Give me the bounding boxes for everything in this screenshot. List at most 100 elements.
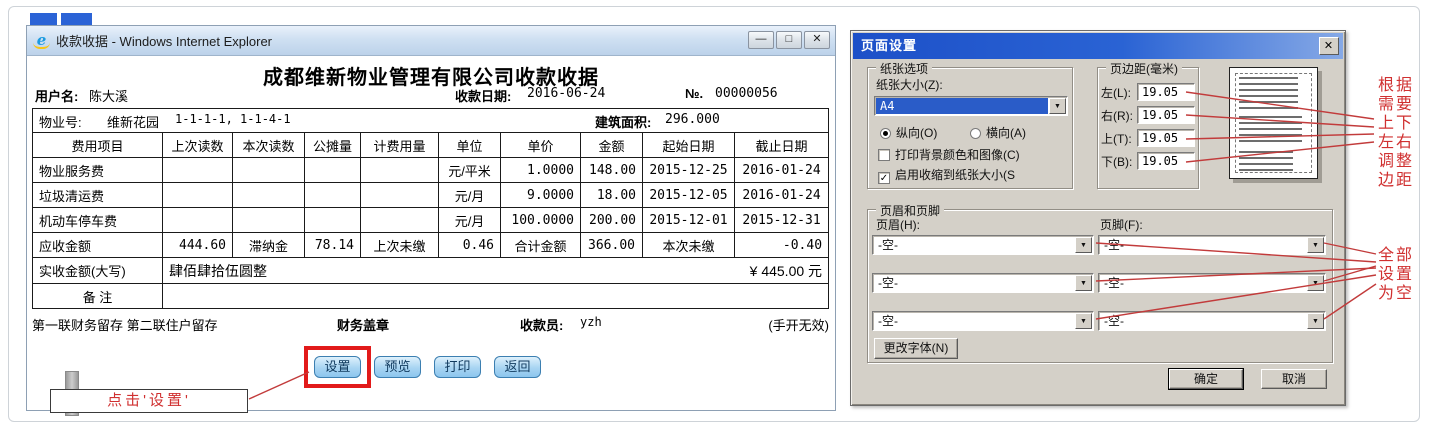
margin-input[interactable]	[1137, 106, 1195, 124]
checkbox-checked-icon[interactable]: ✓	[878, 172, 890, 184]
table-cell: 2015-12-31	[735, 208, 829, 233]
window-titlebar[interactable]: e 收款收据 - Windows Internet Explorer — □ ✕	[27, 26, 835, 56]
paid-label: 实收金额(大写)	[33, 258, 163, 284]
back-button[interactable]: 返回	[494, 356, 541, 378]
table-cell: 元/月	[439, 183, 501, 208]
property-label: 物业号:	[39, 112, 82, 131]
page-preview-thumbnail	[1229, 67, 1318, 179]
maximize-button[interactable]: □	[776, 31, 802, 49]
table-cell: 垃圾清运费	[33, 183, 163, 208]
margin-input[interactable]	[1137, 129, 1195, 147]
table-cell	[305, 158, 361, 183]
minimize-button[interactable]: —	[748, 31, 774, 49]
table-cell: 78.14	[305, 233, 361, 258]
column-header: 费用项目	[33, 133, 163, 158]
table-cell: 本次未缴	[643, 233, 735, 258]
cashier-label: 收款员:	[520, 315, 563, 334]
dialog-titlebar[interactable]: 页面设置 ✕	[853, 33, 1343, 59]
header-select[interactable]: -空-▼	[872, 273, 1094, 293]
table-cell: 2016-01-24	[735, 158, 829, 183]
margin-label: 下(B):	[1101, 153, 1137, 170]
shrink-to-fit-checkbox[interactable]: ✓启用收缩到纸张大小(S	[878, 166, 1015, 184]
footer-select[interactable]: -空-▼	[1098, 235, 1326, 255]
combo-value: -空-	[1100, 313, 1306, 329]
checkbox-unchecked-icon[interactable]	[878, 149, 890, 161]
column-header: 单位	[439, 133, 501, 158]
paper-size-select[interactable]: A4 ▼	[874, 96, 1068, 116]
cancel-button[interactable]: 取消	[1261, 369, 1327, 389]
handwritten-invalid-note: (手开无效)	[768, 315, 829, 334]
receipt-window: e 收款收据 - Windows Internet Explorer — □ ✕…	[26, 25, 836, 411]
table-cell: 366.00	[581, 233, 643, 258]
print-button[interactable]: 打印	[434, 356, 481, 378]
chevron-down-icon[interactable]: ▼	[1049, 98, 1066, 114]
header-select[interactable]: -空-▼	[872, 235, 1094, 255]
table-cell: 2015-12-25	[643, 158, 735, 183]
paper-options-label: 纸张选项	[876, 60, 932, 77]
close-button[interactable]: ✕	[804, 31, 830, 49]
radio-selected-icon[interactable]	[880, 128, 891, 139]
fee-row: 机动车停车费元/月100.0000200.002015-12-012015-12…	[33, 208, 829, 233]
margin-field-row: 下(B):	[1101, 152, 1195, 170]
table-cell	[361, 158, 439, 183]
print-background-label: 打印背景颜色和图像(C)	[895, 148, 1020, 162]
paid-amount-row: 实收金额(大写) 肆佰肆拾伍圆整 ¥ 445.00 元	[33, 258, 829, 284]
cashier-value: yzh	[580, 315, 602, 329]
table-cell	[233, 158, 305, 183]
landscape-radio[interactable]: 横向(A)	[970, 124, 1026, 141]
table-cell: 上次未缴	[361, 233, 439, 258]
table-cell: 2016-01-24	[735, 183, 829, 208]
margin-field-row: 上(T):	[1101, 129, 1195, 147]
header-select[interactable]: -空-▼	[872, 311, 1094, 331]
screenshot-canvas: e 收款收据 - Windows Internet Explorer — □ ✕…	[0, 0, 1437, 443]
property-units: 1-1-1-1, 1-1-4-1	[175, 112, 291, 126]
preview-button[interactable]: 预览	[374, 356, 421, 378]
table-cell: 444.60	[163, 233, 233, 258]
property-name: 维新花园	[107, 112, 159, 131]
header-footer-group: 页眉和页脚 页眉(H): 页脚(F): 更改字体(N) -空-▼-空-▼-空-▼…	[867, 209, 1333, 363]
paper-size-label: 纸张大小(Z):	[876, 76, 943, 93]
margin-label: 上(T):	[1101, 130, 1137, 147]
paper-options-group: 纸张选项 纸张大小(Z): A4 ▼ 纵向(O) 横向(A) 打印背景颜色和图像…	[867, 67, 1073, 189]
footer-select[interactable]: -空-▼	[1098, 311, 1326, 331]
internet-explorer-icon: e	[33, 32, 50, 49]
annotation-adjust-margins: 根据需要上下左右调整边距	[1378, 76, 1414, 190]
dialog-close-icon[interactable]: ✕	[1319, 37, 1339, 55]
paper-size-value: A4	[876, 98, 1048, 114]
margin-input[interactable]	[1137, 83, 1195, 101]
margin-label: 左(L):	[1101, 84, 1137, 101]
remark-value	[163, 284, 829, 309]
chevron-down-icon[interactable]: ▼	[1307, 275, 1324, 291]
ok-button[interactable]: 确定	[1169, 369, 1243, 389]
footer-select[interactable]: -空-▼	[1098, 273, 1326, 293]
column-header: 单价	[501, 133, 581, 158]
chevron-down-icon[interactable]: ▼	[1075, 237, 1092, 253]
annotation-line: 根据	[1378, 76, 1414, 95]
change-font-button[interactable]: 更改字体(N)	[874, 338, 958, 359]
radio-icon[interactable]	[970, 128, 981, 139]
margin-field-row: 左(L):	[1101, 83, 1195, 101]
table-cell: 148.00	[581, 158, 643, 183]
chevron-down-icon[interactable]: ▼	[1307, 237, 1324, 253]
annotation-click-settings: 点击'设置'	[50, 389, 248, 413]
property-row: 物业号: 维新花园 1-1-1-1, 1-1-4-1 建筑面积: 296.000	[33, 109, 829, 133]
table-cell	[163, 158, 233, 183]
portrait-radio[interactable]: 纵向(O)	[880, 124, 937, 141]
settings-button[interactable]: 设置	[314, 356, 361, 378]
chevron-down-icon[interactable]: ▼	[1075, 313, 1092, 329]
date-value: 2016-06-24	[527, 86, 605, 101]
table-cell: -0.40	[735, 233, 829, 258]
table-cell: 100.0000	[501, 208, 581, 233]
chevron-down-icon[interactable]: ▼	[1075, 275, 1092, 291]
print-background-checkbox[interactable]: 打印背景颜色和图像(C)	[878, 146, 1020, 163]
margin-input[interactable]	[1137, 152, 1195, 170]
table-cell: 2015-12-01	[643, 208, 735, 233]
table-cell: 滞纳金	[233, 233, 305, 258]
table-cell: 18.00	[581, 183, 643, 208]
remark-row: 备 注	[33, 284, 829, 309]
paid-amount: ¥ 445.00 元	[750, 261, 822, 281]
table-cell: 应收金额	[33, 233, 163, 258]
portrait-label: 纵向(O)	[896, 126, 937, 140]
combo-value: -空-	[874, 313, 1074, 329]
chevron-down-icon[interactable]: ▼	[1307, 313, 1324, 329]
